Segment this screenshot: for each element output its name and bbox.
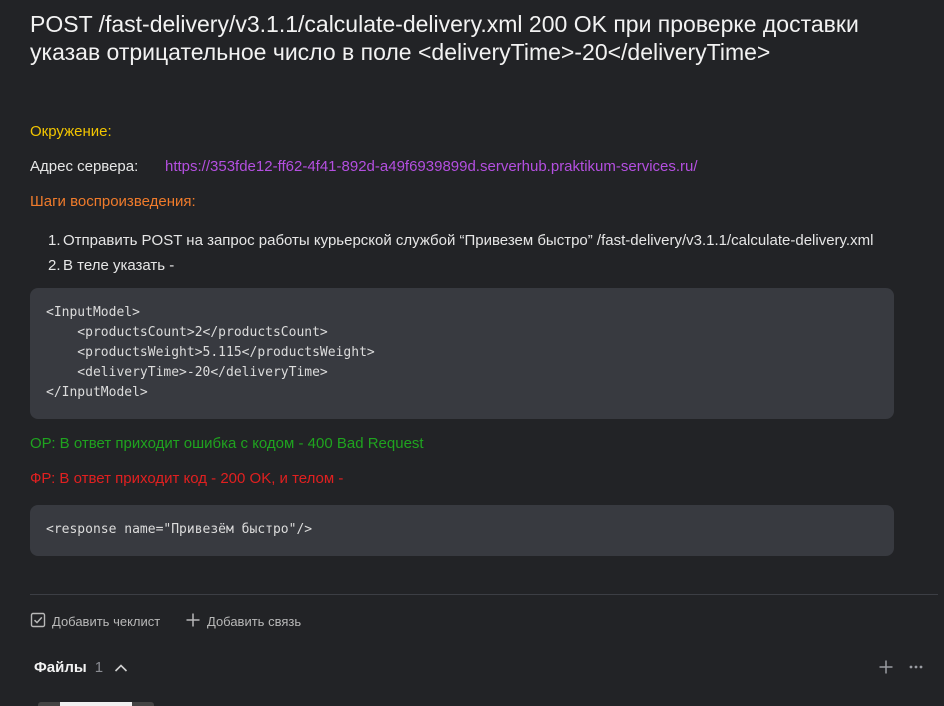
divider [30, 594, 944, 595]
more-options-button[interactable] [908, 659, 924, 680]
files-actions [864, 659, 924, 680]
server-url-link[interactable]: https://353fde12-ff62-4f41-892d-a49f6939… [165, 158, 698, 175]
issue-page: POST /fast-delivery/v3.1.1/calculate-del… [0, 0, 944, 706]
add-link-label: Добавить связь [207, 614, 302, 629]
files-section-toggle[interactable]: Файлы 1 [34, 659, 129, 676]
server-address-label: Адрес сервера: [30, 158, 139, 175]
expected-result: ОР: В ответ приходит ошибка с кодом - 40… [30, 435, 424, 452]
files-count: 1 [94, 659, 104, 676]
steps-label: Шаги воспроизведения: [30, 193, 196, 210]
add-file-button[interactable] [878, 659, 894, 680]
step-number: 1. [48, 232, 61, 249]
file-thumbnail-preview [60, 702, 132, 706]
issue-title: POST /fast-delivery/v3.1.1/calculate-del… [30, 11, 859, 65]
actual-result: ФР: В ответ приходит код - 200 OK, и тел… [30, 470, 344, 487]
add-checklist-label: Добавить чеклист [52, 614, 161, 629]
response-code-block: <response name="Привезём быстро"/> [30, 505, 894, 556]
files-title: Файлы [34, 659, 87, 676]
plus-icon [878, 659, 894, 680]
environment-label: Окружение: [30, 123, 112, 140]
request-code-block: <InputModel> <productsCount>2</productsC… [30, 288, 894, 419]
list-item: 1. Отправить POST на запрос работы курье… [48, 228, 873, 253]
checkbox-icon [30, 612, 52, 631]
step-number: 2. [48, 257, 61, 274]
add-checklist-button[interactable]: Добавить чеклист [30, 612, 160, 631]
step-text: Отправить POST на запрос работы курьерск… [63, 232, 874, 249]
file-thumbnail[interactable] [38, 702, 154, 706]
chevron-up-icon [113, 660, 129, 676]
step-text: В теле указать - [63, 257, 175, 274]
steps-list: 1. Отправить POST на запрос работы курье… [48, 228, 873, 278]
plus-icon [185, 612, 207, 631]
more-horizontal-icon [908, 659, 924, 680]
scrollbar[interactable] [938, 0, 944, 706]
add-link-button[interactable]: Добавить связь [185, 612, 301, 631]
list-item: 2. В теле указать - [48, 253, 873, 278]
